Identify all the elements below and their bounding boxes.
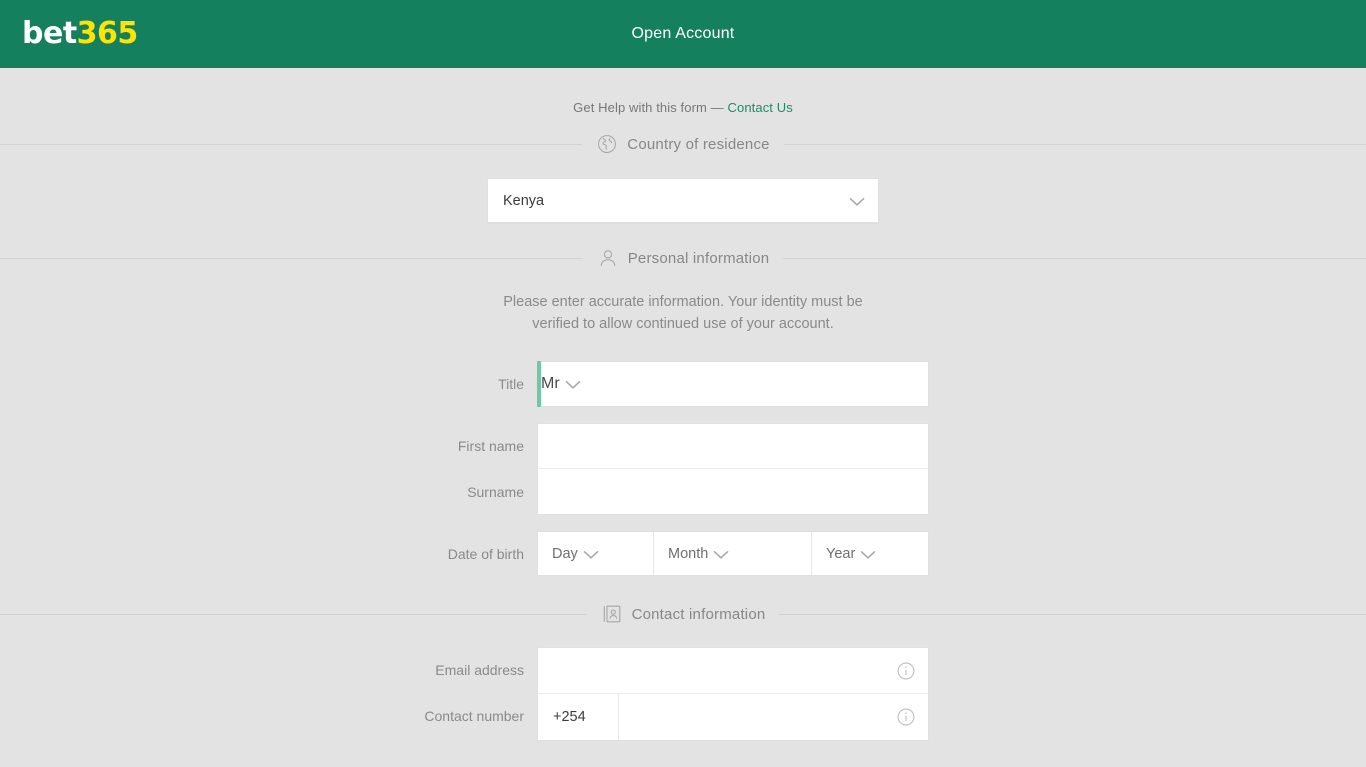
name-rows: First name Surname xyxy=(437,423,929,515)
date-of-birth-group: Day Month Year xyxy=(537,531,929,576)
country-select-value: Kenya xyxy=(503,192,545,209)
section-personal-center: Personal information xyxy=(583,247,784,269)
contact-number-input[interactable] xyxy=(619,694,896,740)
chevron-down-icon[interactable] xyxy=(560,371,586,397)
chevron-down-icon[interactable] xyxy=(844,188,870,214)
page-content: Get Help with this form — Contact Us Cou… xyxy=(0,68,1366,767)
title-select-value: Mr xyxy=(541,375,560,392)
dob-day-value: Day xyxy=(552,545,578,562)
section-header-personal: Personal information xyxy=(0,247,1366,269)
email-address-input[interactable] xyxy=(538,648,896,693)
contact-number-label: Contact number xyxy=(424,708,524,724)
first-name-row xyxy=(538,424,928,469)
divider-left xyxy=(0,613,587,615)
bet365-logo[interactable]: bet365 xyxy=(22,19,138,49)
dob-month-value: Month xyxy=(668,545,709,562)
contact-labels: Email address Contact number xyxy=(424,647,537,741)
country-form: Kenya xyxy=(0,163,1366,223)
title-label: Title xyxy=(498,376,524,392)
info-icon[interactable] xyxy=(896,661,916,681)
section-contact-label: Contact information xyxy=(631,605,766,623)
section-header-country: Country of residence xyxy=(0,133,1366,155)
logo-text-secondary: 365 xyxy=(76,16,139,51)
name-labels: First name Surname xyxy=(437,423,537,515)
divider-right xyxy=(783,143,1366,145)
section-contact-center: Contact information xyxy=(587,603,780,625)
app-header: bet365 Open Account xyxy=(0,0,1366,68)
divider-left xyxy=(0,257,583,259)
first-name-input[interactable] xyxy=(538,424,928,468)
divider-left xyxy=(0,143,583,145)
chevron-down-icon[interactable] xyxy=(708,541,734,567)
title-select[interactable]: Mr xyxy=(541,361,929,407)
title-field: Mr xyxy=(537,361,929,407)
email-address-row xyxy=(538,648,928,694)
personal-info-blurb: Please enter accurate information. Your … xyxy=(503,294,863,332)
contact-number-row: +254 xyxy=(538,694,928,740)
address-book-icon xyxy=(601,603,623,625)
user-icon xyxy=(597,247,619,269)
info-icon[interactable] xyxy=(896,707,916,727)
date-of-birth-row: Date of birth Day Month Year xyxy=(437,531,929,576)
date-of-birth-field: Day Month Year xyxy=(537,531,929,576)
help-row: Get Help with this form — Contact Us xyxy=(0,68,1366,127)
first-name-label: First name xyxy=(457,438,524,454)
divider-right xyxy=(783,257,1366,259)
contact-us-link[interactable]: Contact Us xyxy=(728,100,793,115)
dob-day-select[interactable]: Day xyxy=(538,532,654,575)
contact-rows: Email address Contact number +254 xyxy=(424,647,929,741)
dob-year-value: Year xyxy=(826,545,856,562)
section-personal-label: Personal information xyxy=(627,249,770,267)
title-row: Title Mr xyxy=(437,361,929,407)
section-header-contact: Contact information xyxy=(0,603,1366,625)
date-of-birth-label: Date of birth xyxy=(447,545,524,562)
country-select[interactable]: Kenya xyxy=(487,178,879,223)
chevron-down-icon[interactable] xyxy=(855,541,881,567)
chevron-down-icon[interactable] xyxy=(578,541,604,567)
page-title: Open Account xyxy=(631,25,735,42)
help-text: Get Help with this form — xyxy=(573,100,724,115)
surname-input[interactable] xyxy=(538,469,928,514)
divider-right xyxy=(779,613,1366,615)
section-country-center: Country of residence xyxy=(582,133,783,155)
surname-label: Surname xyxy=(467,484,524,500)
contact-input-group: +254 xyxy=(537,647,929,741)
name-input-group xyxy=(537,423,929,515)
section-country-label: Country of residence xyxy=(627,135,770,153)
dob-year-select[interactable]: Year xyxy=(812,532,928,575)
surname-row xyxy=(538,469,928,514)
dob-month-select[interactable]: Month xyxy=(654,532,812,575)
phone-dial-code[interactable]: +254 xyxy=(538,694,619,740)
email-address-label: Email address xyxy=(435,662,524,678)
logo-text-primary: bet xyxy=(22,16,77,51)
globe-icon xyxy=(596,133,618,155)
